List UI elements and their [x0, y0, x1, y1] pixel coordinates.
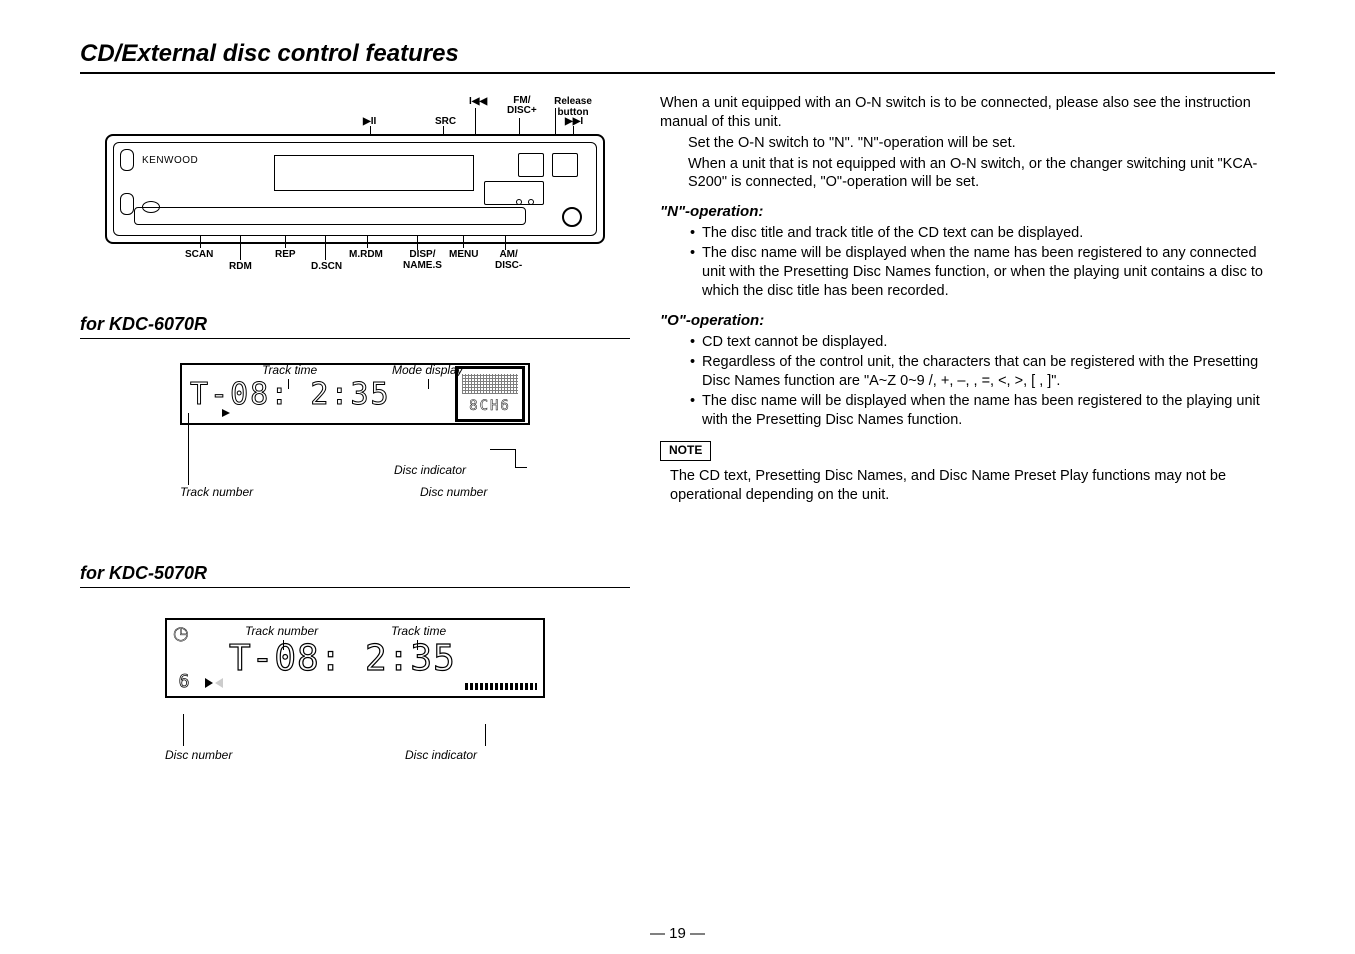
- playpause-button: [484, 181, 544, 205]
- volume-knob: [562, 207, 582, 227]
- label-src: SRC: [435, 116, 456, 127]
- heading-5070r: for KDC-5070R: [80, 563, 630, 588]
- car-stereo-faceplate: KENWOOD: [105, 134, 605, 244]
- heading-6070r: for KDC-6070R: [80, 314, 630, 339]
- label-fm-disc-plus: FM/ DISC+: [507, 96, 537, 116]
- n-operation-list: The disc title and track title of the CD…: [660, 224, 1275, 302]
- n-operation-heading: "N"-operation:: [660, 202, 1275, 222]
- label-rep: REP: [275, 249, 296, 260]
- label-disc-indicator-6070: Disc indicator: [394, 463, 466, 477]
- intro-para-3: When a unit that is not equipped with an…: [660, 155, 1275, 193]
- lcd-6070: T-08: 2:35 8CH6: [180, 363, 530, 425]
- label-mrdm: M.RDM: [349, 249, 383, 260]
- rev-play-icon: [215, 678, 223, 688]
- label-release: Release button: [541, 96, 605, 118]
- mode-block: 8CH6: [455, 366, 525, 422]
- lcd-6070-text: T-08: 2:35: [182, 377, 391, 412]
- label-am-disc-minus: AM/ DISC-: [495, 249, 522, 271]
- label-disp-names: DISP/ NAME.S: [403, 249, 442, 271]
- dot-2: [516, 199, 522, 205]
- down-button: [120, 193, 134, 215]
- up-button: [120, 149, 134, 171]
- ch-text: 8CH6: [469, 398, 511, 414]
- label-next-track: ▶▶I: [565, 116, 583, 127]
- faceplate-diagram: ▶II SRC I◀◀ FM/ DISC+ Release button ▶▶I…: [105, 94, 605, 284]
- o-bullet-1: CD text cannot be displayed.: [702, 333, 1275, 352]
- label-disc-number-5070: Disc number: [165, 748, 232, 762]
- o-operation-list: CD text cannot be displayed. Regardless …: [660, 333, 1275, 431]
- intro-para-2: Set the O-N switch to "N". "N"-operation…: [660, 134, 1275, 153]
- o-bullet-2: Regardless of the control unit, the char…: [702, 353, 1275, 391]
- o-operation-heading: "O"-operation:: [660, 311, 1275, 331]
- lcd-5070-text: T-08: 2:35: [223, 638, 456, 679]
- label-menu: MENU: [449, 249, 478, 260]
- lcd-window: [274, 155, 474, 191]
- label-dscn: D.SCN: [311, 261, 342, 272]
- n-bullet-1: The disc title and track title of the CD…: [702, 224, 1275, 243]
- brand-label: KENWOOD: [142, 155, 198, 166]
- o-bullet-3: The disc name will be displayed when the…: [702, 392, 1275, 430]
- label-rdm: RDM: [229, 261, 252, 272]
- label-disc-number-6070: Disc number: [420, 485, 487, 499]
- display-6070r: Track time Mode display T-08: 2:35 8CH6 …: [180, 363, 530, 503]
- page-number: — 19 —: [650, 925, 705, 942]
- page-title: CD/External disc control features: [80, 40, 1275, 74]
- dot-matrix-icon: [462, 374, 518, 394]
- label-scan: SCAN: [185, 249, 213, 260]
- note-label: NOTE: [660, 441, 711, 461]
- prev-button: [518, 153, 544, 177]
- disc-indicator-bar: [465, 683, 537, 690]
- display-5070r: Track number Track time ◷ 6 T-08: 2:35 D…: [165, 618, 545, 778]
- label-track-number-6070: Track number: [180, 485, 253, 499]
- disc-number-value: 6: [179, 671, 190, 692]
- dot-1: [528, 199, 534, 205]
- label-disc-indicator-5070: Disc indicator: [405, 748, 477, 762]
- button-row: [134, 207, 526, 225]
- play-icon: [205, 678, 213, 688]
- n-bullet-2: The disc name will be displayed when the…: [702, 244, 1275, 301]
- lcd-5070: ◷ 6 T-08: 2:35: [165, 618, 545, 698]
- label-prev-track: I◀◀: [469, 96, 487, 107]
- play-icon: [222, 409, 230, 417]
- next-button: [552, 153, 578, 177]
- intro-para-1: When a unit equipped with an O-N switch …: [660, 94, 1275, 132]
- note-text: The CD text, Presetting Disc Names, and …: [660, 467, 1275, 505]
- clock-icon: ◷: [173, 624, 195, 646]
